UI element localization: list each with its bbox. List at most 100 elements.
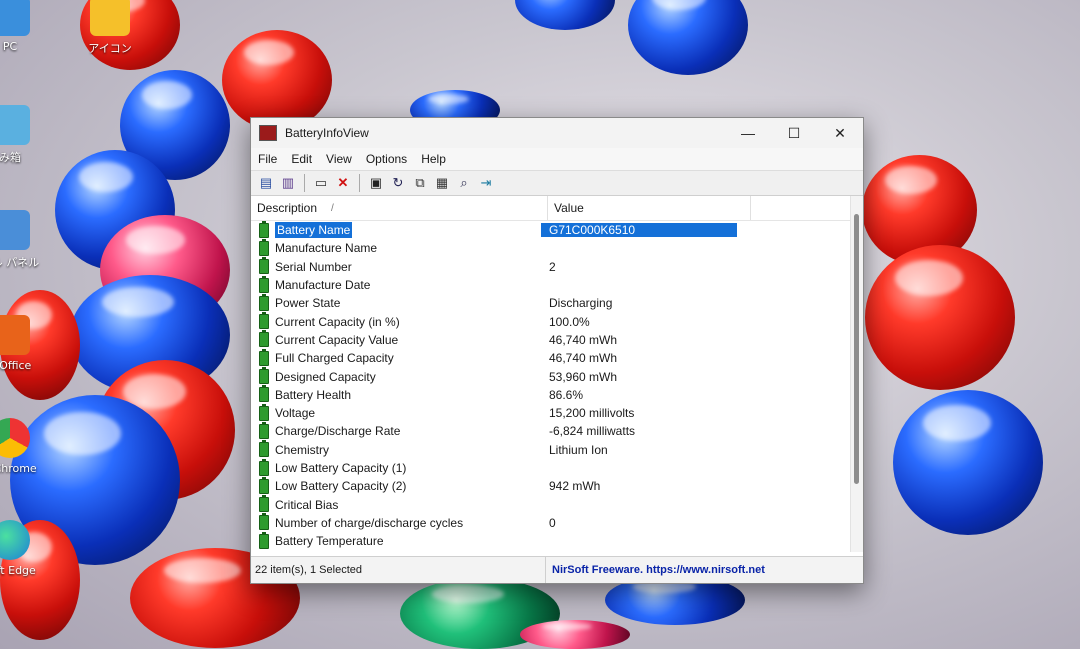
delete-icon[interactable]: ✕ xyxy=(334,174,352,192)
description-label: Low Battery Capacity (2) xyxy=(275,479,407,494)
desktop-icon-folder[interactable]: アイコン xyxy=(70,0,150,56)
desktop-icon-office[interactable]: S Office xyxy=(0,315,50,372)
description-cell: Low Battery Capacity (2) xyxy=(251,476,541,494)
value-cell: 53,960 mWh xyxy=(549,369,618,384)
description-label: Battery Temperature xyxy=(275,534,384,549)
description-cell: Manufacture Date xyxy=(251,275,541,293)
desktop-icon-label: e Chrome xyxy=(0,462,37,475)
value-cell: 46,740 mWh xyxy=(549,351,618,366)
desktop-icon-pc[interactable]: PC xyxy=(0,0,50,53)
save-icon[interactable]: ▣ xyxy=(367,174,385,192)
description-cell: Charge/Discharge Rate xyxy=(251,421,541,439)
table-row[interactable]: Low Battery Capacity (1) xyxy=(251,458,851,477)
nirsoft-link[interactable]: NirSoft Freeware. https://www.nirsoft.ne… xyxy=(546,564,765,576)
menu-options[interactable]: Options xyxy=(359,152,414,166)
title-bar[interactable]: BatteryInfoView — ☐ ✕ xyxy=(251,118,863,148)
desktop-icon-chrome[interactable]: e Chrome xyxy=(0,418,50,475)
edge-icon xyxy=(0,520,30,560)
table-row[interactable]: Current Capacity Value 46,740 mWh xyxy=(251,330,851,349)
table-row[interactable]: Charge/Discharge Rate -6,824 milliwatts xyxy=(251,421,851,440)
battery-icon xyxy=(259,513,269,531)
battery-icon xyxy=(259,495,269,513)
table-row[interactable]: Low Battery Capacity (2) 942 mWh xyxy=(251,476,851,495)
battery-icon xyxy=(259,403,269,421)
battery-icon xyxy=(259,458,269,476)
description-label: Battery Name xyxy=(275,222,353,239)
exit-icon[interactable]: ⇥ xyxy=(477,174,495,192)
description-cell: Current Capacity Value xyxy=(251,330,541,348)
table-row[interactable]: Designed Capacity 53,960 mWh xyxy=(251,367,851,385)
menu-edit[interactable]: Edit xyxy=(284,152,319,166)
table-row[interactable]: Current Capacity (in %) 100.0% xyxy=(251,312,851,330)
table-row[interactable]: Battery Health 86.6% xyxy=(251,385,851,404)
maximize-button[interactable]: ☐ xyxy=(771,118,817,148)
desktop-icon-label: soft Edge xyxy=(0,564,36,577)
desktop-icon-label: み箱 xyxy=(0,151,21,164)
description-label: Manufacture Name xyxy=(275,241,378,256)
description-label: Current Capacity Value xyxy=(275,332,399,347)
description-label: Battery Health xyxy=(275,387,352,402)
vertical-scrollbar[interactable] xyxy=(850,196,863,552)
value-cell: 46,740 mWh xyxy=(549,332,618,347)
description-cell: Battery Health xyxy=(251,385,541,403)
value-cell: 0 xyxy=(549,515,556,530)
status-item-count: 22 item(s), 1 Selected xyxy=(251,557,546,583)
column-header-description[interactable]: Description / xyxy=(251,196,548,220)
properties-icon[interactable]: ▤ xyxy=(257,174,275,192)
description-label: Charge/Discharge Rate xyxy=(275,424,401,439)
table-row[interactable]: Battery Name G71C000K6510 xyxy=(251,220,851,239)
battery-icon xyxy=(259,440,269,458)
description-cell: Power State xyxy=(251,293,541,311)
desktop-icon-label: S Office xyxy=(0,359,32,372)
table-row[interactable]: Critical Bias xyxy=(251,495,851,513)
desktop-icon-control-panel[interactable]: ール パネル xyxy=(0,210,50,270)
menu-view[interactable]: View xyxy=(319,152,359,166)
description-label: Low Battery Capacity (1) xyxy=(275,461,407,475)
description-label: Power State xyxy=(275,296,341,311)
battery-icon xyxy=(259,238,269,256)
table-row[interactable]: Battery Temperature xyxy=(251,531,851,550)
rows-container: Battery Name G71C000K6510 Manufacture Name… xyxy=(251,220,851,550)
description-label: Full Charged Capacity xyxy=(275,351,394,366)
table-row[interactable]: Manufacture Date xyxy=(251,275,851,294)
clipboard-icon[interactable]: ▥ xyxy=(279,174,297,192)
window-icon[interactable]: ▭ xyxy=(312,174,330,192)
refresh-icon[interactable]: ↻ xyxy=(389,174,407,192)
recycle-bin-icon xyxy=(0,105,30,145)
desktop-icon-edge[interactable]: soft Edge xyxy=(0,520,50,577)
table-row[interactable]: Full Charged Capacity 46,740 mWh xyxy=(251,348,851,367)
status-bar: 22 item(s), 1 Selected NirSoft Freeware.… xyxy=(251,556,863,583)
value-cell: G71C000K6510 xyxy=(541,223,737,238)
description-label: Current Capacity (in %) xyxy=(275,314,400,329)
value-cell: -6,824 milliwatts xyxy=(549,424,636,439)
copy-icon[interactable]: ⧉ xyxy=(411,174,429,192)
description-cell: Battery Temperature xyxy=(251,531,541,549)
menu-file[interactable]: File xyxy=(251,152,284,166)
table-row[interactable]: Chemistry Lithium Ion xyxy=(251,440,851,459)
table-row[interactable]: Manufacture Name xyxy=(251,238,851,257)
description-label: Voltage xyxy=(275,406,316,421)
desktop-icon-recycle-bin[interactable]: み箱 xyxy=(0,105,50,165)
battery-icon xyxy=(259,531,269,549)
table-row[interactable]: Voltage 15,200 millivolts xyxy=(251,403,851,422)
close-button[interactable]: ✕ xyxy=(817,118,863,148)
table-row[interactable]: Number of charge/discharge cycles 0 xyxy=(251,513,851,532)
scrollbar-thumb[interactable] xyxy=(854,214,859,484)
description-label: Critical Bias xyxy=(275,497,339,512)
table-row[interactable]: Serial Number 2 xyxy=(251,257,851,276)
battery-icon xyxy=(259,330,269,348)
value-cell: 86.6% xyxy=(549,387,584,402)
column-header-value[interactable]: Value xyxy=(548,196,751,220)
chrome-icon xyxy=(0,418,30,458)
menu-help[interactable]: Help xyxy=(414,152,453,166)
html-report-icon[interactable]: ▦ xyxy=(433,174,451,192)
battery-icon xyxy=(259,367,269,385)
value-cell: 942 mWh xyxy=(549,479,601,494)
value-cell: 2 xyxy=(549,259,556,274)
toolbar: ▤ ▥ ▭ ✕ ▣ ↻ ⧉ ▦ ⌕ ⇥ xyxy=(251,170,863,196)
find-icon[interactable]: ⌕ xyxy=(455,174,473,192)
table-row[interactable]: Power State Discharging xyxy=(251,293,851,312)
value-cell: Discharging xyxy=(549,296,613,311)
column-header-label: Value xyxy=(554,201,584,215)
minimize-button[interactable]: — xyxy=(725,118,771,148)
